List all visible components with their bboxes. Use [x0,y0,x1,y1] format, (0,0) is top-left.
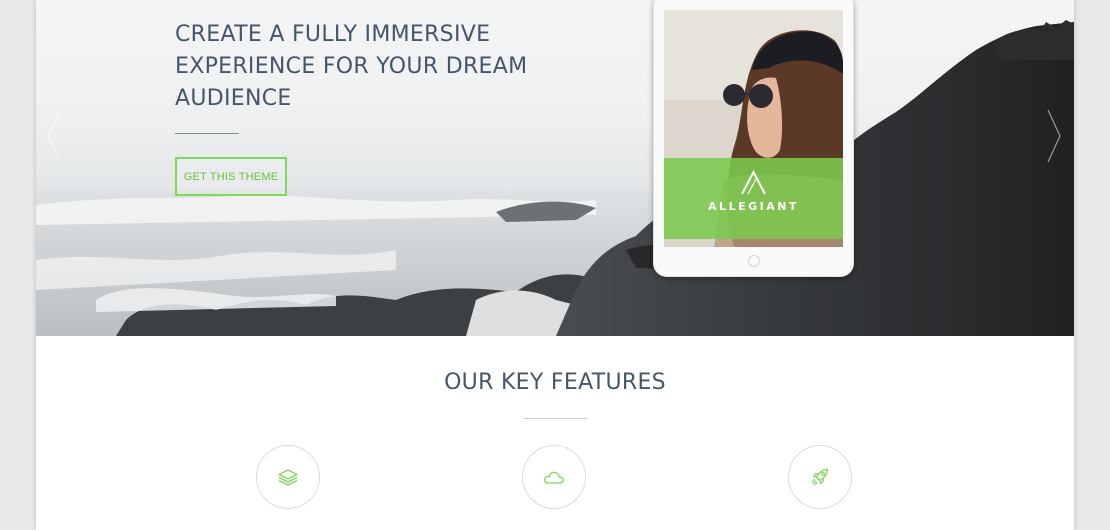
tablet-home-button [748,255,760,267]
brand-name: ALLEGIANT [708,200,799,213]
get-theme-button[interactable]: GET THIS THEME [175,157,287,196]
tablet-mockup: ALLEGIANT [653,0,854,277]
allegiant-logo-icon [741,169,766,195]
layers-icon [278,469,298,486]
feature-item-layers [256,445,320,509]
hero-headline-line-3: AUDIENCE [175,86,292,111]
chevron-left-icon[interactable] [44,108,64,164]
hero-divider [175,133,239,134]
tablet-screen: ALLEGIANT [664,10,843,247]
hero-slider: CREATE A FULLY IMMERSIVE EXPERIENCE FOR … [36,0,1074,336]
brand-band: ALLEGIANT [664,158,843,239]
hero-headline-line-1: CREATE A FULLY IMMERSIVE [175,22,491,47]
feature-item-cloud [522,445,586,509]
features-divider [523,418,587,419]
feature-item-rocket [788,445,852,509]
features-title: OUR KEY FEATURES [444,370,666,395]
chevron-right-icon[interactable] [1044,108,1064,164]
hero-headline: CREATE A FULLY IMMERSIVE EXPERIENCE FOR … [175,19,595,115]
hero-headline-line-2: EXPERIENCE FOR YOUR DREAM [175,54,528,79]
landing-page: CREATE A FULLY IMMERSIVE EXPERIENCE FOR … [36,0,1074,530]
rocket-icon [811,468,829,486]
cloud-icon [543,471,564,484]
